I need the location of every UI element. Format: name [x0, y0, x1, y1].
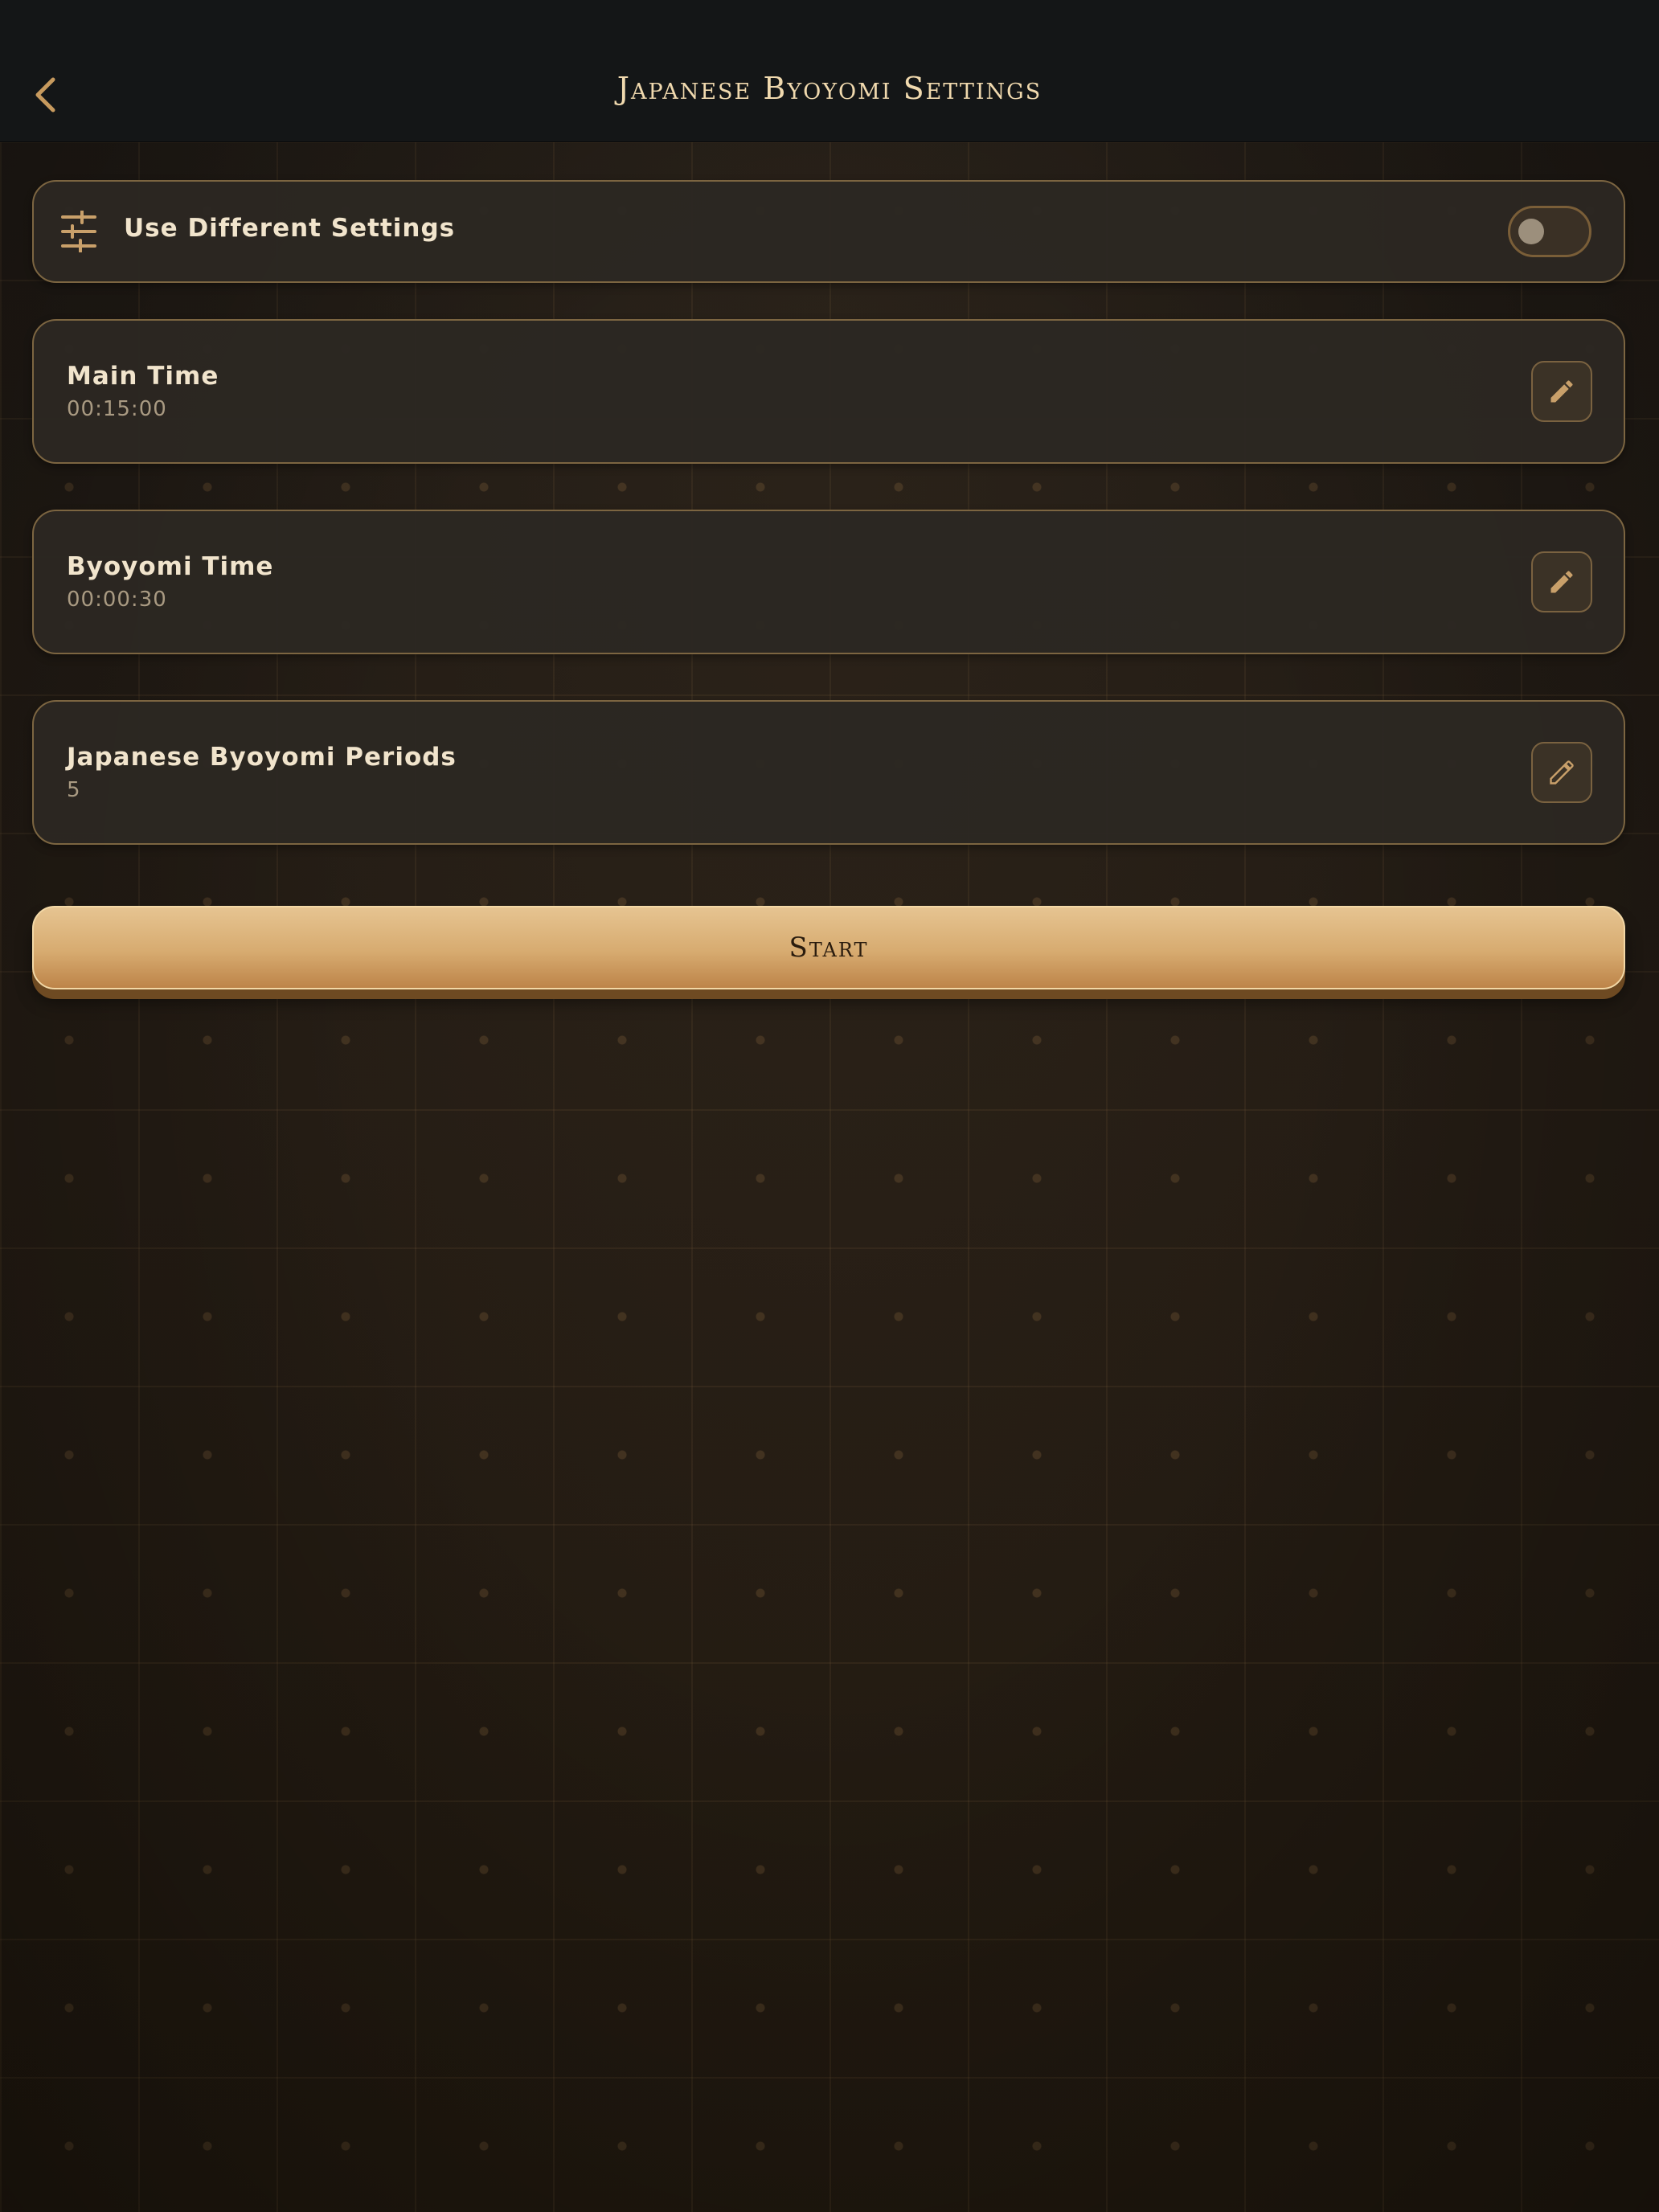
- edit-byoyomi-time-button[interactable]: [1531, 551, 1592, 612]
- byoyomi-periods-card: [32, 700, 1625, 845]
- main-time-value: 00:15:00: [67, 397, 167, 421]
- edit-main-time-button[interactable]: [1531, 361, 1592, 422]
- edit-byoyomi-periods-button[interactable]: [1531, 742, 1592, 803]
- page-title: Japanese Byoyomi Settings: [616, 71, 1043, 106]
- byoyomi-periods-label: Japanese Byoyomi Periods: [67, 743, 457, 772]
- pencil-icon: [1550, 571, 1573, 593]
- byoyomi-periods-value: 5: [67, 778, 81, 802]
- byoyomi-time-label: Byoyomi Time: [67, 552, 274, 581]
- pencil-icon: [1550, 760, 1574, 784]
- use-different-settings-toggle[interactable]: [1508, 206, 1591, 257]
- main-time-card: [32, 319, 1625, 464]
- start-button[interactable]: Start: [32, 906, 1625, 989]
- top-app-bar: Japanese Byoyomi Settings: [0, 0, 1659, 142]
- main-time-label: Main Time: [67, 362, 219, 391]
- byoyomi-time-card: [32, 510, 1625, 654]
- byoyomi-time-value: 00:00:30: [67, 588, 167, 612]
- sliders-icon: [61, 211, 96, 252]
- use-different-settings-label: Use Different Settings: [124, 214, 456, 243]
- toggle-knob: [1518, 219, 1544, 244]
- pencil-icon: [1550, 380, 1573, 403]
- start-button-label: Start: [789, 932, 869, 964]
